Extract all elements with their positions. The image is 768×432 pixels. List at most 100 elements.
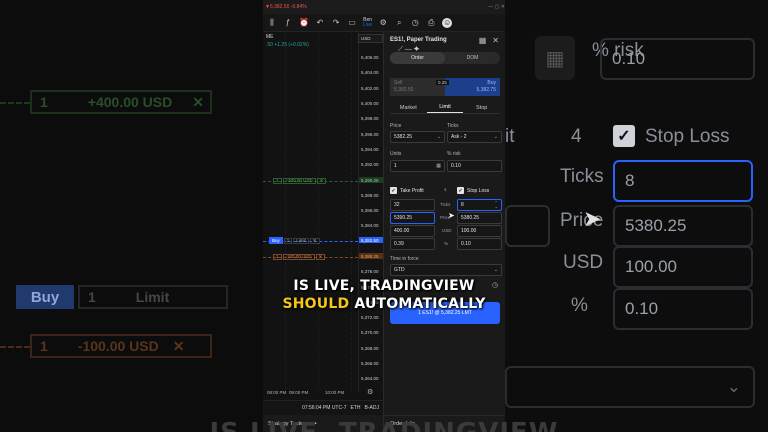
tab-dom[interactable]: DOM — [445, 52, 500, 64]
ticks-value: Ask - 2 — [451, 134, 467, 140]
buy-price: 5,382.75 — [476, 87, 496, 93]
stop-loss-label: Stop Loss — [467, 188, 490, 194]
units-input[interactable]: 1 ▦ — [390, 160, 445, 172]
alert-icon[interactable]: ⏰ — [299, 18, 309, 28]
risk-input[interactable]: 0.10 — [447, 160, 502, 172]
sl-pct-input[interactable]: 0.10 — [457, 238, 502, 250]
price-scale-label: 5,386.00 — [361, 208, 379, 213]
bg-ticks-field: 8 — [613, 160, 753, 202]
caption-rest: AUTOMATICALLY — [349, 296, 486, 312]
tab-stop[interactable]: Stop — [463, 102, 500, 113]
settings-icon[interactable]: ⚙ — [378, 18, 388, 28]
bg-sl-qty: 1 — [40, 338, 48, 354]
tif-select[interactable]: GTD ⌄ — [390, 264, 502, 276]
price-scale-label: 5,392.00 — [361, 162, 379, 168]
ticks-select[interactable]: Ask - 2 ⌄ — [447, 131, 502, 143]
tp-usd-input[interactable]: 400.00 — [390, 225, 435, 237]
take-profit-checkbox[interactable]: ✓ — [390, 187, 397, 194]
bg-stop-loss-line: 1 -100.00 USD ✕ — [30, 334, 212, 358]
background-zoom-right: ▦ % risk 0.10 it 4 ✓ Stop Loss Ticks 8 P… — [505, 0, 768, 432]
stepper-icon[interactable]: ⌃ ⌄ — [495, 201, 498, 209]
time-scale[interactable]: 08:00 PM 09:00 PM 10:00 PM ⚙ — [263, 386, 383, 398]
buy-limit-order[interactable]: Buy 1 Limit ✕ — [269, 237, 320, 244]
account-switcher[interactable]: Ben Live — [363, 17, 372, 28]
stop-loss-checkbox[interactable]: ✓ — [457, 187, 464, 194]
status-bar: 07:56:04 PM UTC-7 ETH B-ADJ — [263, 400, 383, 415]
bg-price-field: 5380.25 — [613, 205, 753, 247]
caption-highlight: SHOULD — [282, 296, 350, 312]
clock-icon[interactable]: ◷ — [410, 18, 420, 28]
bg-ticks-label: Ticks — [560, 166, 604, 187]
avatar[interactable]: ☺ — [442, 17, 453, 28]
price-scale-label: 5,406.00 — [361, 55, 379, 60]
symbol-quote: ▼5,382.50 -0.84% — [265, 4, 307, 10]
price-scale-label: 5,400.00 — [361, 100, 379, 106]
top-status-bar: ▼5,382.50 -0.84% — ▢ ✕ — [263, 0, 505, 14]
tab-market[interactable]: Market — [390, 102, 427, 113]
screen: 1 +400.00 USD ✕ Buy 1 Limit 1 -100.00 US… — [0, 0, 768, 432]
redo-icon[interactable]: ↷ — [331, 18, 341, 28]
grid-icon[interactable]: ▦ — [479, 36, 487, 45]
camera-icon[interactable]: ⎙ — [426, 18, 436, 28]
stop-loss-order[interactable]: 1 -100.00 USD ✕ — [273, 253, 326, 260]
close-icon[interactable]: ✕ — [492, 36, 499, 45]
chart-type-icon[interactable]: ⫼ — [267, 18, 277, 28]
pct-row-label: % — [444, 241, 449, 246]
bg-stop-loss-label: Stop Loss — [645, 126, 730, 147]
sl-qty: 1 — [273, 253, 282, 260]
chevron-down-icon: ⌄ — [436, 134, 441, 140]
settings-icon[interactable]: ⚙ — [367, 388, 373, 396]
time-label: 08:00 PM — [267, 390, 287, 395]
price-scale-label: 5,368.00 — [361, 345, 379, 351]
bg-usd-label: USD — [563, 252, 604, 273]
currency-selector[interactable]: USD — [358, 34, 383, 43]
status-adj[interactable]: B-ADJ — [365, 405, 379, 411]
bg-text: it — [505, 126, 515, 147]
panel-title: ES1!, Paper Trading — [390, 37, 447, 43]
price-scale-label: 5,388.00 — [361, 192, 379, 198]
status-time[interactable]: 07:56:04 PM UTC-7 — [302, 405, 346, 411]
undo-icon[interactable]: ↶ — [315, 18, 325, 28]
status-session[interactable]: ETH — [351, 405, 361, 411]
chevron-down-icon: ⌄ — [493, 134, 498, 140]
take-profit-order[interactable]: 1 +400.00 USD ✕ — [273, 177, 327, 184]
layout-icon[interactable]: ▭ — [347, 18, 357, 28]
price-scale[interactable]: 5,364.00 5,366.00 5,368.00 5,370.00 5,372.00… — [358, 32, 384, 392]
price-label: Price — [390, 123, 402, 129]
tp-ticks-input[interactable]: 32 — [390, 199, 435, 211]
draw-tool-icon: ⟋ — ✦ — [398, 46, 420, 53]
price-value: 5382.25 — [394, 134, 413, 140]
tp-price-input[interactable]: 5390.25 — [390, 212, 435, 224]
close-icon[interactable]: ✕ — [315, 253, 326, 260]
tp-pct-input[interactable]: 0.39 — [390, 238, 435, 250]
bg-pct-field: 0.10 — [613, 288, 753, 330]
sl-ticks-input[interactable]: 8 ⌃ ⌄ — [457, 199, 502, 211]
take-profit-label: Take Profit — [400, 188, 424, 194]
bg-dash — [0, 102, 30, 104]
grid-line — [285, 32, 286, 390]
close-icon[interactable]: ✕ — [309, 237, 320, 244]
search-icon[interactable]: ⌕ — [394, 18, 404, 28]
sl-usd-input[interactable]: 100.00 — [457, 225, 502, 237]
price-input[interactable]: 5382.25 ⌄ — [390, 131, 445, 143]
indicators-icon[interactable]: ƒ — [283, 18, 293, 28]
price-scale-label: 5,370.00 — [361, 330, 379, 336]
tab-limit[interactable]: Limit — [426, 102, 464, 113]
grid-line — [318, 32, 319, 390]
window-controls[interactable]: — ▢ ✕ — [488, 4, 505, 10]
sl-ticks-value: 8 — [461, 202, 464, 208]
grid-line — [351, 32, 352, 390]
price-scale-label: 5,378.00 — [361, 269, 379, 275]
close-icon[interactable]: ✕ — [316, 177, 327, 184]
chevron-down-icon: ⌄ — [726, 377, 741, 396]
calculator-icon[interactable]: ▦ — [436, 163, 441, 169]
buy-tag: Buy — [269, 237, 283, 244]
background-zoom-left: 1 +400.00 USD ✕ Buy 1 Limit 1 -100.00 US… — [0, 0, 263, 432]
time-label: 09:00 PM — [289, 390, 309, 395]
bg-sl-amount: -100.00 USD — [77, 338, 159, 354]
toolbar: ⫼ ƒ ⏰ ↶ ↷ ▭ Ben Live ⚙ ⌕ ◷ ⎙ ☺ — [263, 14, 505, 32]
sl-price-input[interactable]: 5380.25 — [457, 212, 502, 224]
usd-row-label: USD — [442, 228, 452, 233]
buy-button[interactable]: Buy 5,382.75 — [445, 78, 500, 96]
caption-background-echo: IS LIVE, TRADINGVIEW — [0, 420, 768, 432]
